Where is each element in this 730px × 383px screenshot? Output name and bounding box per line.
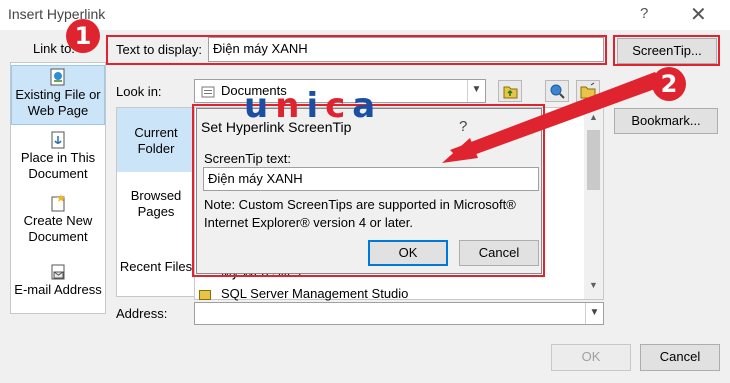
annotation-arrow <box>442 72 666 163</box>
insert-hyperlink-dialog: Insert Hyperlink ? ✕ Link to: Text to di… <box>0 0 730 383</box>
